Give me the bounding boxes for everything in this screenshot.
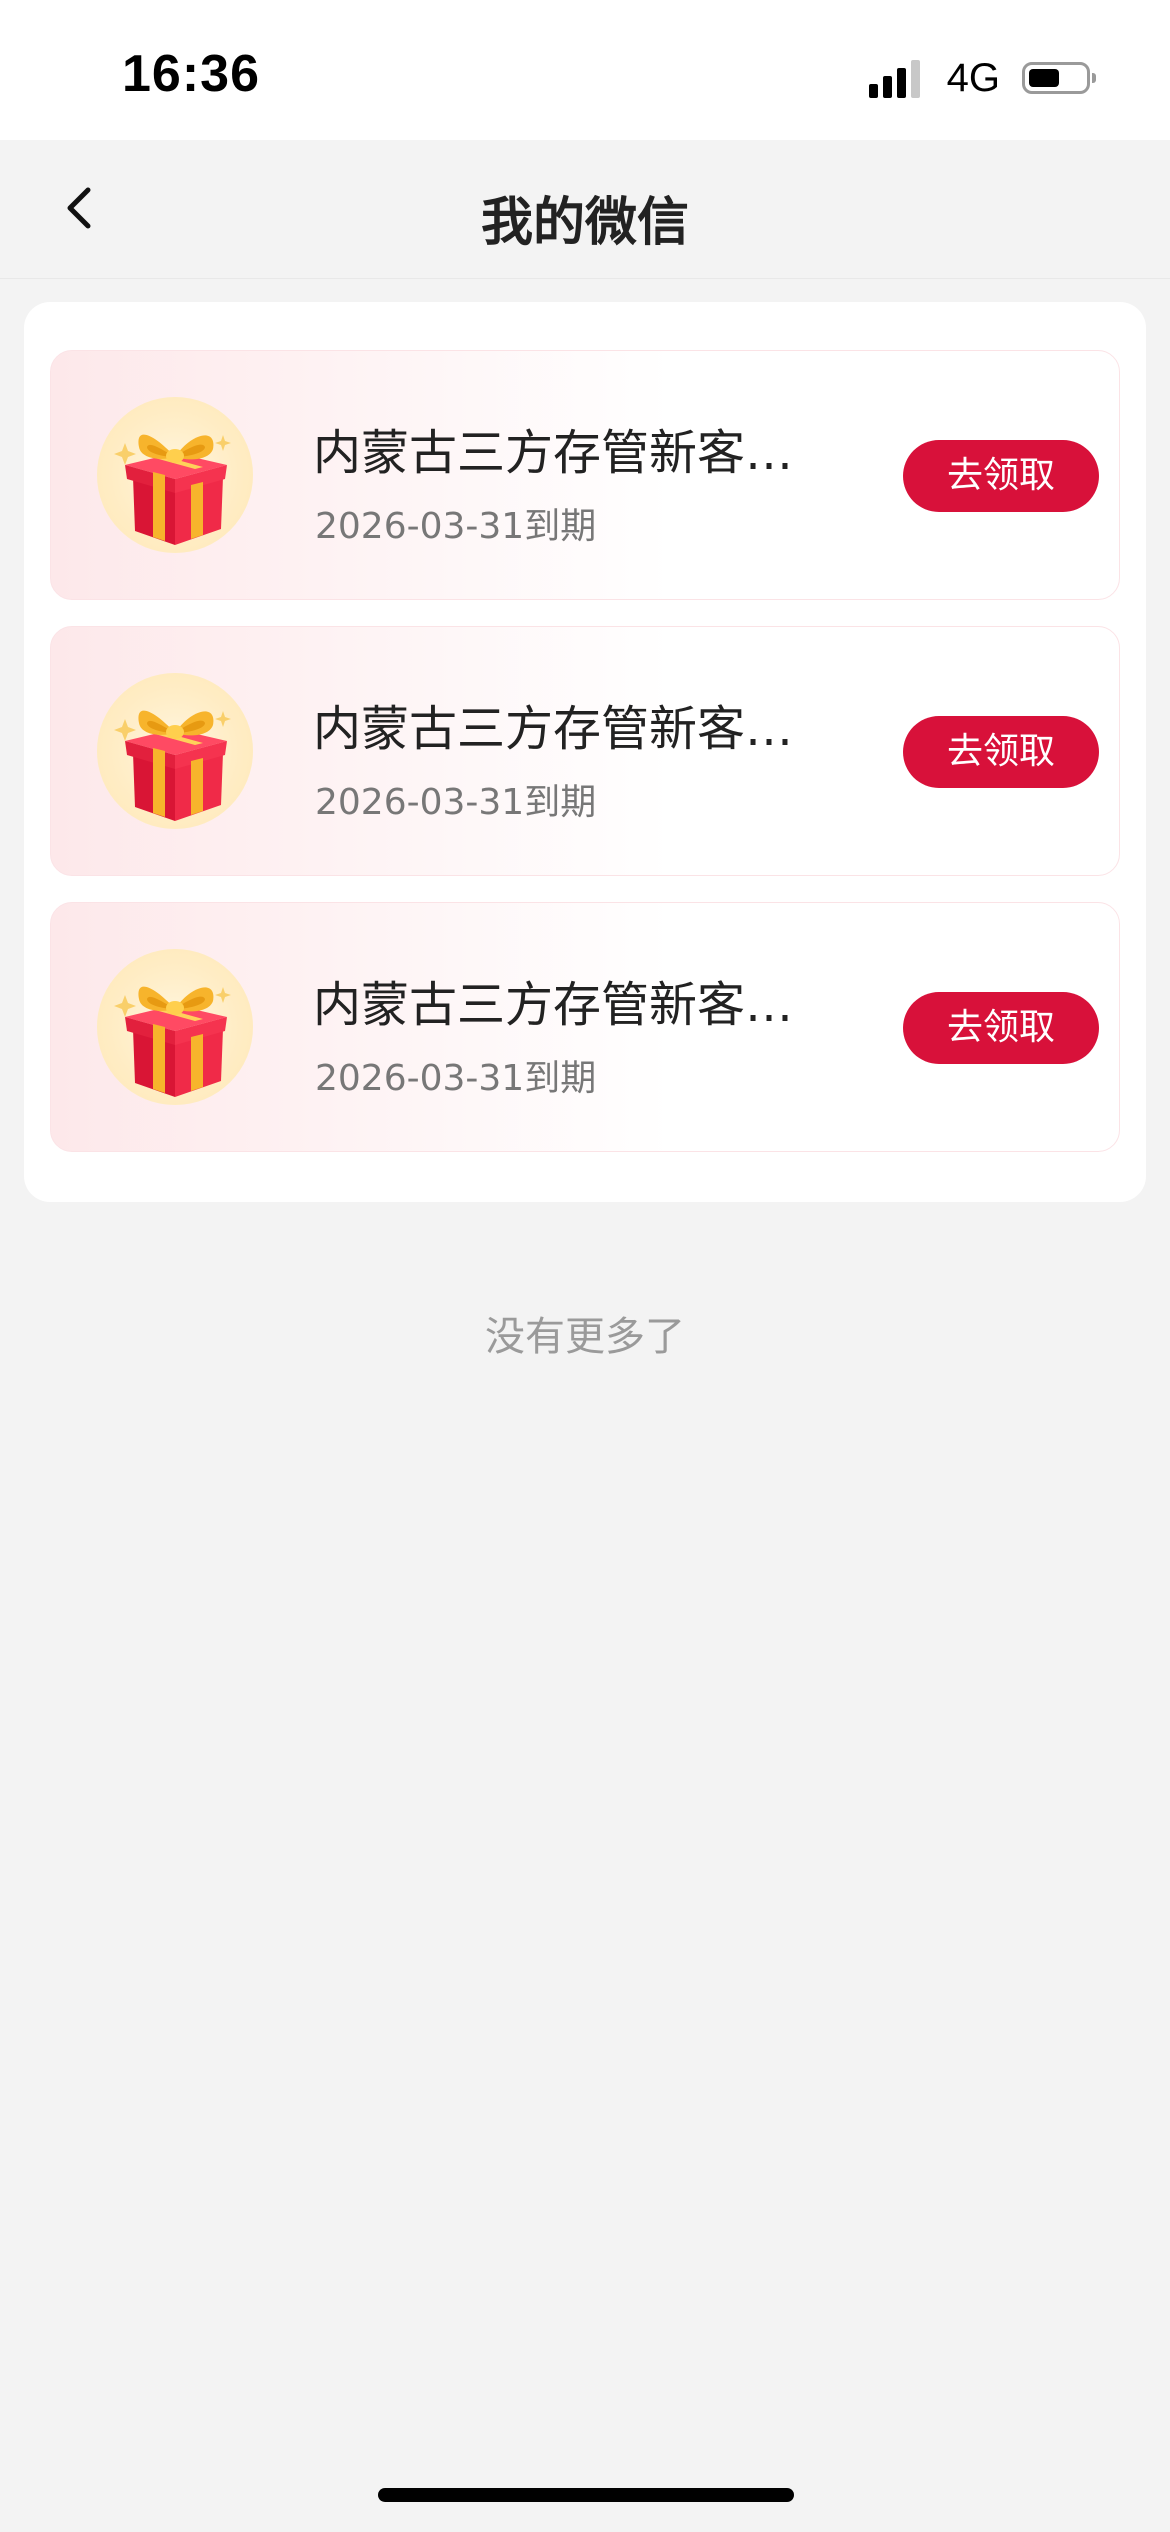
gift-box-icon	[95, 395, 255, 555]
claim-button[interactable]: 去领取	[903, 716, 1099, 788]
coupon-title: 内蒙古三方存管新客…	[313, 977, 794, 1033]
coupon-item: 内蒙古三方存管新客… 2026-03-31到期 去领取	[50, 350, 1120, 600]
claim-button[interactable]: 去领取	[903, 992, 1099, 1064]
status-time: 16:36	[122, 45, 260, 103]
network-type: 4G	[946, 55, 1000, 100]
coupon-item: 内蒙古三方存管新客… 2026-03-31到期 去领取	[50, 626, 1120, 876]
no-more-text: 没有更多了	[485, 1314, 685, 1360]
coupon-title: 内蒙古三方存管新客…	[313, 425, 794, 481]
home-indicator[interactable]	[378, 2488, 794, 2502]
battery-icon	[1022, 62, 1096, 94]
status-bar: 16:36 4G	[0, 0, 1170, 140]
coupon-item: 内蒙古三方存管新客… 2026-03-31到期 去领取	[50, 902, 1120, 1152]
page-title: 我的微信	[480, 193, 689, 253]
coupon-expiry: 2026-03-31到期	[315, 506, 597, 547]
gift-box-icon	[95, 947, 255, 1107]
status-indicators: 4G	[868, 50, 1096, 106]
nav-bar: 我的微信	[0, 140, 1170, 279]
claim-button[interactable]: 去领取	[903, 440, 1099, 512]
gift-box-icon	[95, 671, 255, 831]
signal-icon	[868, 58, 925, 98]
coupon-title: 内蒙古三方存管新客…	[313, 701, 794, 757]
coupon-expiry: 2026-03-31到期	[315, 782, 597, 823]
coupon-list-card: 内蒙古三方存管新客… 2026-03-31到期 去领取 内蒙古三方存管新客… 2…	[24, 302, 1146, 1202]
coupon-expiry: 2026-03-31到期	[315, 1058, 597, 1099]
